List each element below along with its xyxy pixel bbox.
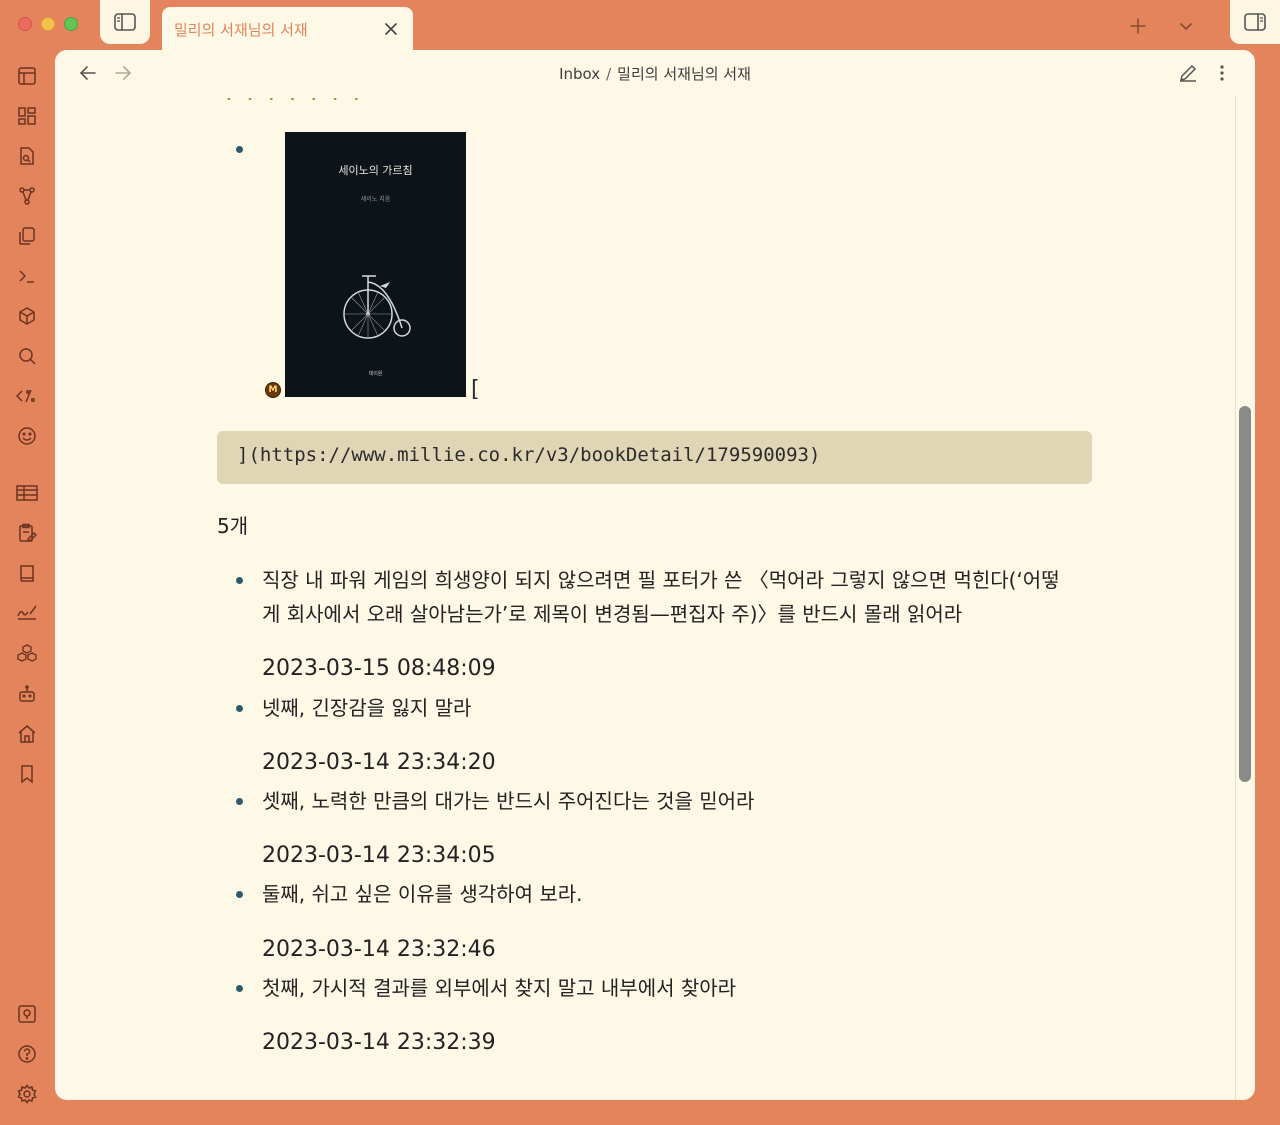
highlight-text: 넷째, 긴장감을 잃지 말라	[262, 696, 472, 720]
tab-list-chevron-down-icon[interactable]	[1174, 14, 1198, 38]
tab-active[interactable]: 밀리의 서재님의 서재	[162, 7, 413, 51]
template-icon[interactable]	[14, 383, 40, 409]
list-bullet	[236, 891, 243, 898]
millie-logo-icon: M	[265, 382, 281, 398]
settings-icon[interactable]	[14, 1081, 40, 1107]
highlight-date: 2023-03-14 23:34:05	[262, 843, 496, 868]
file-search-icon[interactable]	[14, 143, 40, 169]
editor-pane: Inbox / 밀리의 서재님의 서재 · · · · · · · 세이노의 가르침…	[55, 50, 1255, 1100]
highlight-text: 첫째, 가시적 결과를 외부에서 찾지 말고 내부에서 찾아라	[262, 976, 737, 1000]
search-icon[interactable]	[14, 343, 40, 369]
bicycle-illustration	[343, 275, 411, 339]
tab-bar-actions	[1126, 14, 1198, 38]
edit-pencil-icon[interactable]	[1176, 61, 1200, 85]
code-block-link[interactable]: ](https://www.millie.co.kr/v3/bookDetail…	[217, 431, 1092, 484]
list-bullet	[236, 146, 243, 153]
dashboard-icon[interactable]	[14, 103, 40, 129]
book-author: 세이노 지음	[360, 196, 391, 203]
highlight-count: 5개	[217, 514, 249, 538]
more-options-icon[interactable]	[1210, 61, 1234, 85]
highlight-text-line: 직장 내 파워 게임의 희생양이 되지 않으려면 필 포터가 쓴 〈먹어라 그렇…	[262, 568, 1060, 592]
list-bullet	[236, 577, 243, 584]
highlight-text-line: 게 회사에서 오래 살아남는가’로 제목이 변경됨—편집자 주)〉를 반드시 몰…	[262, 602, 963, 626]
highlight-text: 둘째, 쉬고 싶은 이유를 생각하여 보라.	[262, 882, 583, 906]
breadcrumb-folder[interactable]: Inbox	[559, 65, 600, 83]
bookmark-icon[interactable]	[14, 761, 40, 787]
copy-icon[interactable]	[14, 223, 40, 249]
minimize-window-button[interactable]	[41, 17, 55, 31]
book-publisher: 데이원	[368, 371, 383, 377]
left-sidebar-toggle[interactable]	[100, 0, 150, 44]
boxes-icon[interactable]	[14, 641, 40, 667]
graph-icon[interactable]	[14, 183, 40, 209]
cube-icon[interactable]	[14, 303, 40, 329]
highlight-date: 2023-03-15 08:48:09	[262, 656, 496, 681]
book-cover-image[interactable]: 세이노의 가르침 세이노 지음 데이원	[285, 132, 466, 397]
smile-icon[interactable]	[14, 423, 40, 449]
right-sidebar-toggle[interactable]	[1230, 0, 1280, 44]
breadcrumb-file[interactable]: 밀리의 서재님의 서재	[617, 65, 751, 83]
book-title: 세이노의 가르침	[338, 164, 413, 177]
view-header: Inbox / 밀리의 서재님의 서재	[55, 50, 1255, 96]
sidebar-icon	[114, 13, 136, 31]
list-bullet	[236, 985, 243, 992]
zoom-window-button[interactable]	[64, 17, 78, 31]
breadcrumb-separator: /	[606, 65, 612, 83]
close-tab-icon[interactable]	[381, 19, 401, 39]
table-icon[interactable]	[14, 480, 40, 506]
home-icon[interactable]	[14, 721, 40, 747]
help-icon[interactable]	[14, 1041, 40, 1067]
list-bullet	[236, 798, 243, 805]
highlight-text: 셋째, 노력한 만큼의 대가는 반드시 주어진다는 것을 믿어라	[262, 789, 755, 813]
right-sidebar-icon	[1244, 13, 1266, 31]
book-icon[interactable]	[14, 560, 40, 586]
new-tab-icon[interactable]	[1126, 14, 1150, 38]
breadcrumb: Inbox / 밀리의 서재님의 서재	[55, 63, 1255, 84]
layout-icon[interactable]	[14, 63, 40, 89]
signature-icon[interactable]	[14, 598, 40, 624]
highlight-date: 2023-03-14 23:34:20	[262, 750, 496, 775]
vault-icon[interactable]	[14, 1001, 40, 1027]
tab-title: 밀리의 서재님의 서재	[174, 20, 308, 39]
highlight-date: 2023-03-14 23:32:39	[262, 1030, 496, 1055]
note-content[interactable]: · · · · · · · 세이노의 가르침 세이노 지음 데이원 M [ ](…	[55, 50, 1235, 1100]
highlight-text: 직장 내 파워 게임의 희생양이 되지 않으려면 필 포터가 쓴 〈먹어라 그렇…	[262, 563, 1060, 631]
close-window-button[interactable]	[18, 17, 32, 31]
scrollbar-thumb[interactable]	[1239, 406, 1251, 782]
vertical-scrollbar[interactable]	[1235, 96, 1255, 1100]
robot-icon[interactable]	[14, 681, 40, 707]
window-controls	[18, 17, 78, 31]
list-bullet	[236, 705, 243, 712]
clipboard-edit-icon[interactable]	[14, 520, 40, 546]
link-bracket-open: [	[471, 377, 480, 402]
highlight-date: 2023-03-14 23:32:46	[262, 937, 496, 962]
terminal-icon[interactable]	[14, 263, 40, 289]
